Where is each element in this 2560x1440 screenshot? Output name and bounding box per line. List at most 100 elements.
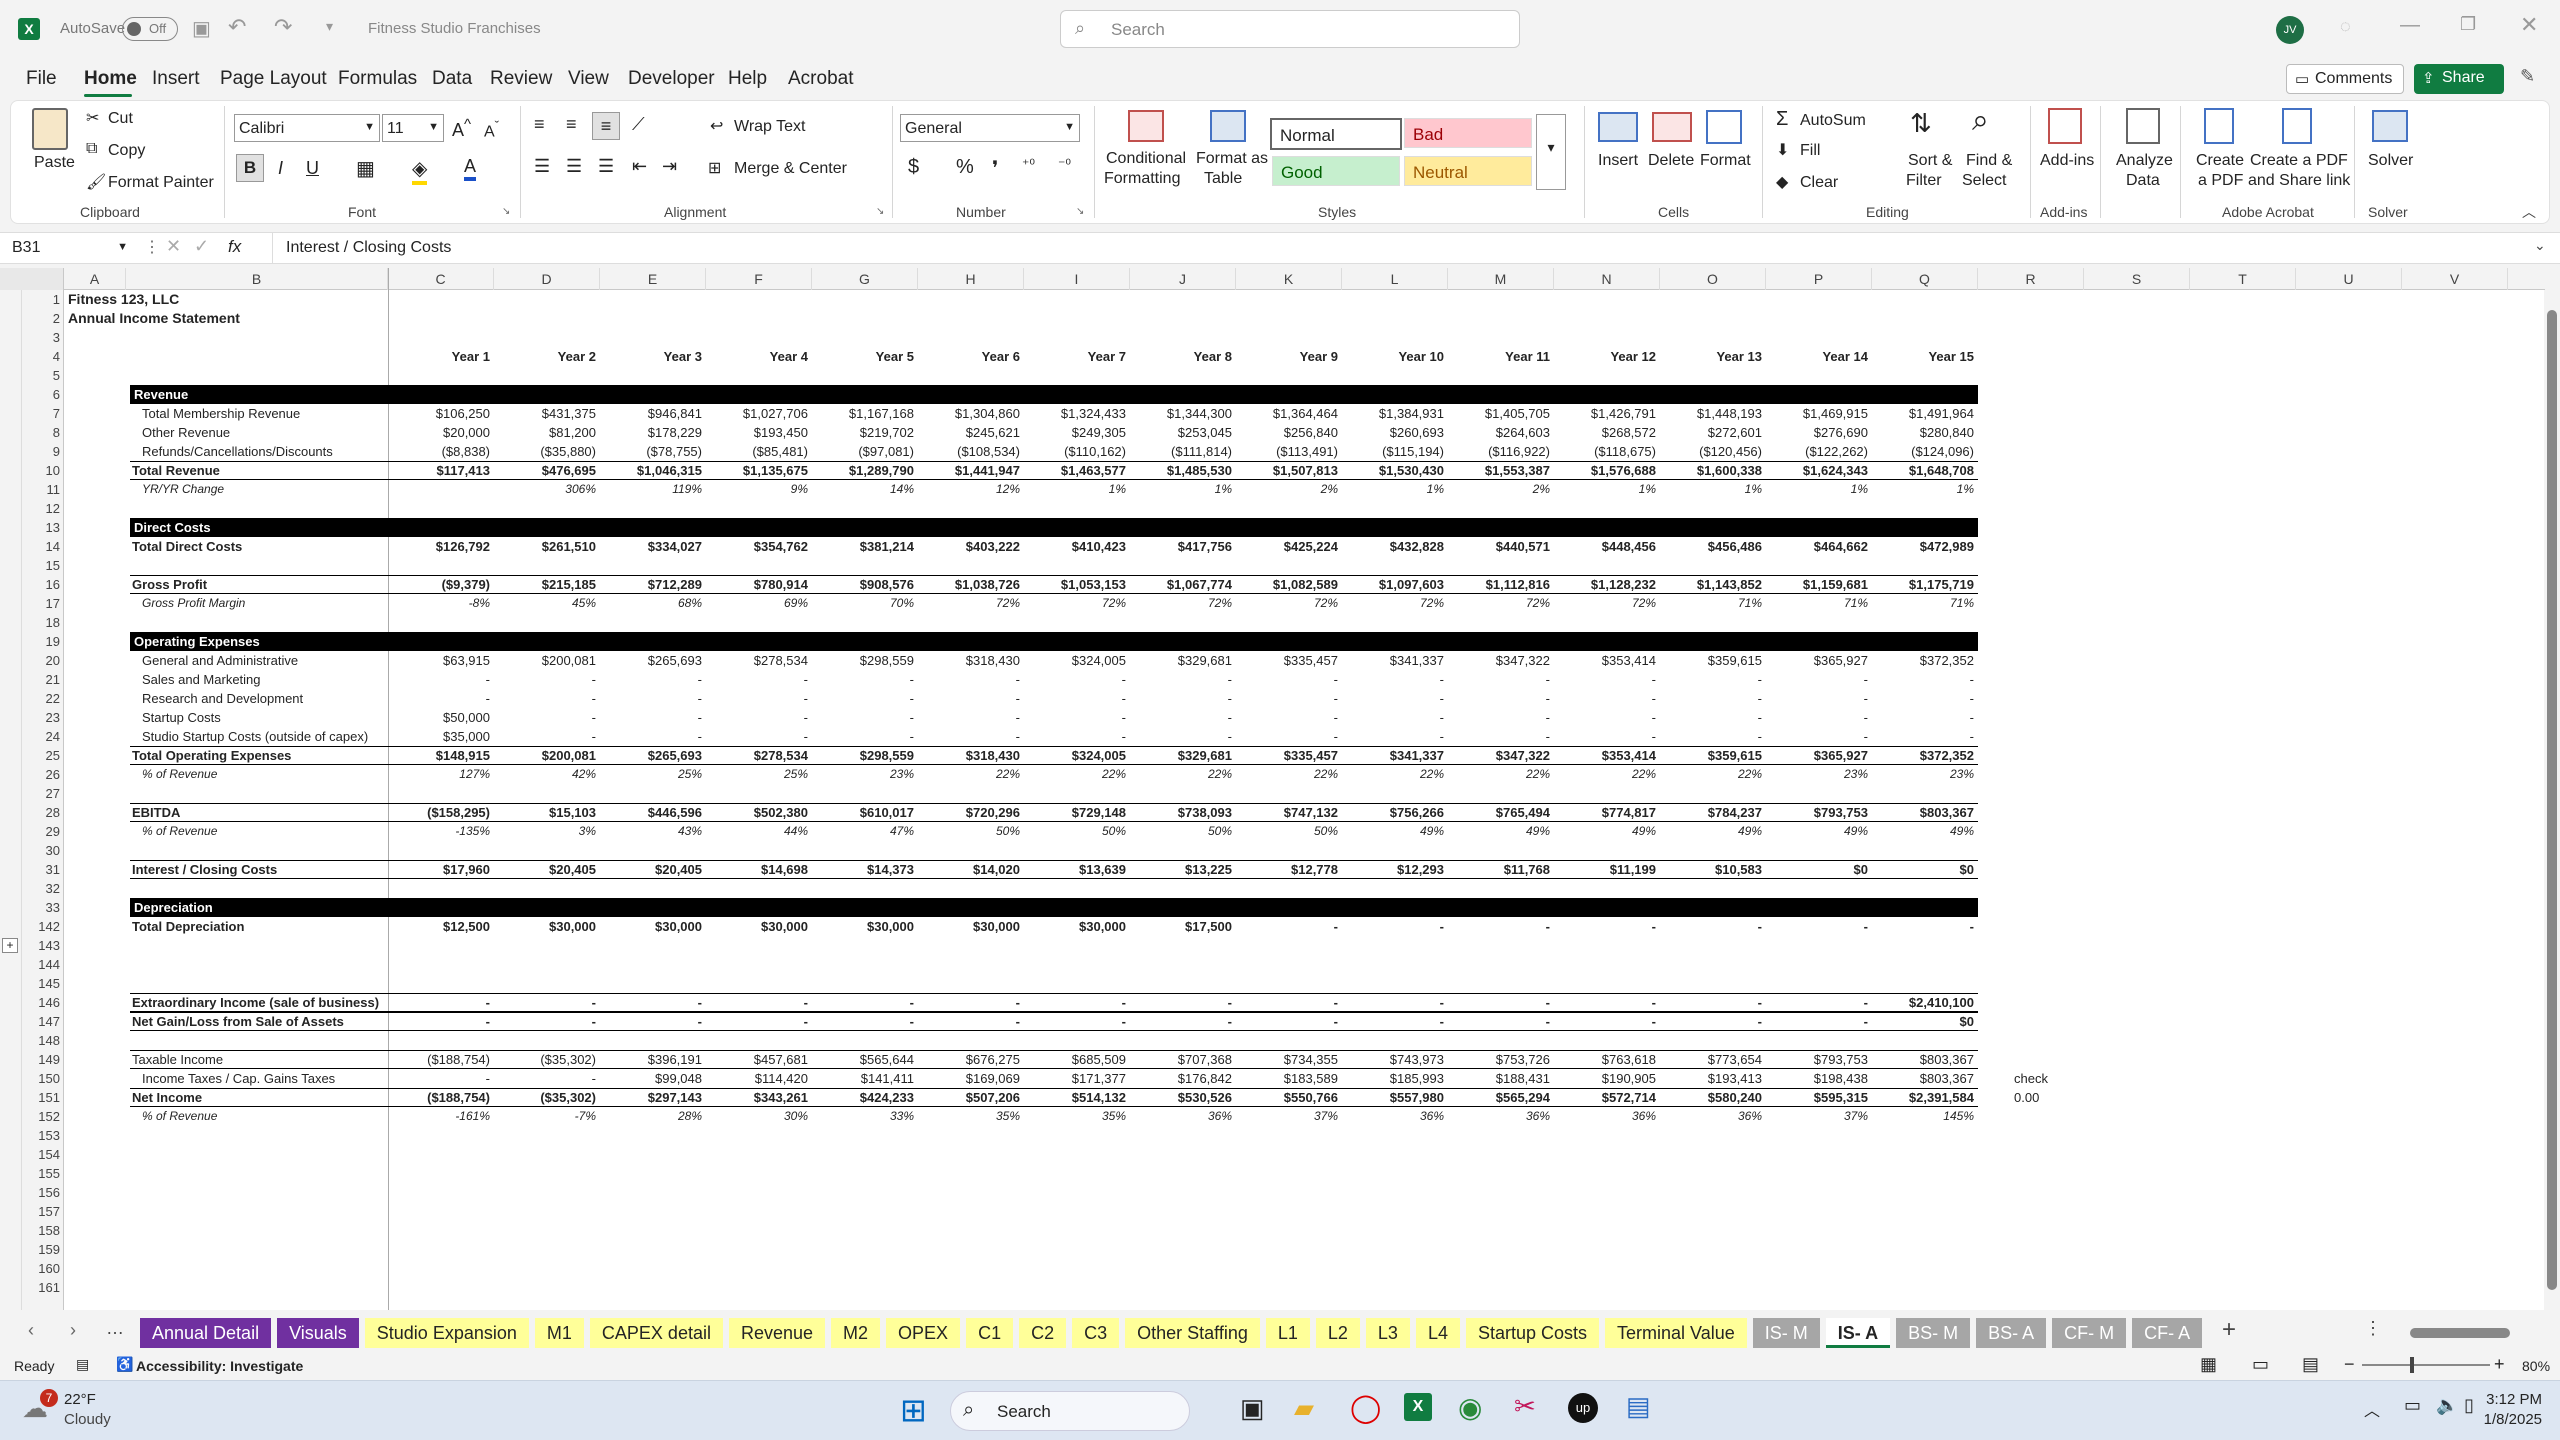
cell-value[interactable]: 72% bbox=[920, 594, 1020, 613]
cell-value[interactable]: 36% bbox=[1450, 1107, 1550, 1126]
cell-value[interactable]: $410,423 bbox=[1026, 537, 1126, 556]
cell-value[interactable]: - bbox=[1662, 993, 1762, 1012]
cell-value[interactable]: ($35,880) bbox=[496, 442, 596, 461]
cell-value[interactable]: $440,571 bbox=[1450, 537, 1550, 556]
row-header[interactable]: 19 bbox=[22, 632, 64, 651]
cell-value[interactable]: $1,600,338 bbox=[1662, 461, 1762, 480]
row-header[interactable]: 16 bbox=[22, 575, 64, 594]
cell-value[interactable]: - bbox=[602, 993, 702, 1012]
cell-value[interactable]: - bbox=[1450, 993, 1550, 1012]
cell-value[interactable]: 23% bbox=[1768, 765, 1868, 784]
cell-value[interactable]: $372,352 bbox=[1874, 651, 1974, 670]
cell-value[interactable]: $81,200 bbox=[496, 423, 596, 442]
tab-terminal-value[interactable]: Terminal Value bbox=[1605, 1318, 1747, 1348]
table-row[interactable]: Startup Costs $50,000- - - - - - - - - - - - - - bbox=[64, 708, 2544, 727]
share-button[interactable]: ⇪ Share bbox=[2414, 64, 2504, 94]
cell-value[interactable]: $1,426,791 bbox=[1556, 404, 1656, 423]
cell-value[interactable]: $50,000 bbox=[390, 708, 490, 727]
row-header[interactable]: 25 bbox=[22, 746, 64, 765]
cell-value[interactable]: $193,413 bbox=[1662, 1069, 1762, 1088]
cell-value[interactable]: - bbox=[1238, 993, 1338, 1012]
cell-value[interactable]: $1,405,705 bbox=[1450, 404, 1550, 423]
cut-icon[interactable]: ✂ bbox=[86, 108, 99, 128]
close-icon[interactable]: ✕ bbox=[2520, 12, 2538, 38]
cell-value[interactable]: 72% bbox=[1450, 594, 1550, 613]
cell-value[interactable]: - bbox=[1238, 727, 1338, 746]
row-label[interactable]: Startup Costs bbox=[142, 708, 221, 727]
row-label[interactable]: Gross Profit Margin bbox=[142, 594, 245, 613]
row-header[interactable]: 142 bbox=[22, 917, 64, 936]
cell-value[interactable]: - bbox=[1344, 1012, 1444, 1031]
cell-value[interactable]: $707,368 bbox=[1132, 1050, 1232, 1069]
cell-value[interactable]: $35,000 bbox=[390, 727, 490, 746]
row-header[interactable]: 31 bbox=[22, 860, 64, 879]
format-cells-icon[interactable] bbox=[1706, 110, 1742, 144]
cell-value[interactable]: $1,135,675 bbox=[708, 461, 808, 480]
cell-value[interactable]: 49% bbox=[1344, 822, 1444, 841]
cell-value[interactable]: $765,494 bbox=[1450, 803, 1550, 822]
table-row[interactable]: Total Depreciation $12,500 $30,000 $30,000 $… bbox=[64, 917, 2544, 936]
zoom-level[interactable]: 80% bbox=[2522, 1358, 2550, 1374]
cell-value[interactable]: $1,128,232 bbox=[1556, 575, 1656, 594]
cell-value[interactable]: $17,500 bbox=[1132, 917, 1232, 936]
tray-chevron-icon[interactable]: ︿ bbox=[2364, 1397, 2380, 1421]
cell-value[interactable]: ($158,295) bbox=[390, 803, 490, 822]
tab-annual-detail[interactable]: Annual Detail bbox=[140, 1318, 272, 1348]
cell-value[interactable]: - bbox=[496, 670, 596, 689]
cell-value[interactable]: $557,980 bbox=[1344, 1088, 1444, 1107]
table-row[interactable] bbox=[64, 955, 2544, 974]
cell-value[interactable]: $1,175,719 bbox=[1874, 575, 1974, 594]
cell-value[interactable]: $1,112,816 bbox=[1450, 575, 1550, 594]
cell-value[interactable]: - bbox=[1556, 708, 1656, 727]
cell-value[interactable]: 50% bbox=[920, 822, 1020, 841]
cell-value[interactable]: - bbox=[1662, 689, 1762, 708]
cell-value[interactable]: 72% bbox=[1344, 594, 1444, 613]
row-label[interactable]: Research and Development bbox=[142, 689, 303, 708]
cell-value[interactable]: $341,337 bbox=[1344, 746, 1444, 765]
cell-value[interactable]: $476,695 bbox=[496, 461, 596, 480]
merge-center-icon[interactable]: ⊞ bbox=[708, 158, 721, 178]
table-row[interactable]: % of Revenue -135% 3% 43% 44% 47% 50% 50% 50% 50%… bbox=[64, 822, 2544, 841]
insert-cells-icon[interactable] bbox=[1598, 112, 1638, 142]
cell-value[interactable]: $946,841 bbox=[602, 404, 702, 423]
table-row[interactable]: EBITDA ($158,295) $15,103 $446,596 $502,380 $… bbox=[64, 803, 2544, 822]
cell-value[interactable]: - bbox=[1344, 689, 1444, 708]
cell-value[interactable]: 68% bbox=[602, 594, 702, 613]
cell-value[interactable]: - bbox=[602, 689, 702, 708]
row-label[interactable]: Total Operating Expenses bbox=[132, 746, 291, 765]
cell-value[interactable]: $565,294 bbox=[1450, 1088, 1550, 1107]
file-name[interactable]: Fitness Studio Franchises bbox=[368, 20, 541, 37]
cell-value[interactable]: $12,500 bbox=[390, 917, 490, 936]
row-header[interactable]: 154 bbox=[22, 1145, 64, 1164]
number-format-select[interactable]: General ▼ bbox=[900, 114, 1080, 142]
column-header-E[interactable]: E bbox=[600, 268, 706, 290]
table-row[interactable] bbox=[64, 841, 2544, 860]
cell-value[interactable]: $1,067,774 bbox=[1132, 575, 1232, 594]
column-header-N[interactable]: N bbox=[1554, 268, 1660, 290]
cell-value[interactable]: $347,322 bbox=[1450, 651, 1550, 670]
cell-value[interactable]: $743,973 bbox=[1344, 1050, 1444, 1069]
cell-value[interactable]: $1,648,708 bbox=[1874, 461, 1974, 480]
cell-value[interactable]: 36% bbox=[1556, 1107, 1656, 1126]
cell-value[interactable]: 145% bbox=[1874, 1107, 1974, 1126]
table-row[interactable] bbox=[64, 1259, 2544, 1278]
display-icon[interactable]: ▭ bbox=[2404, 1395, 2421, 1416]
cell-value[interactable]: $178,229 bbox=[602, 423, 702, 442]
tab-cf-m[interactable]: CF- M bbox=[2052, 1318, 2127, 1348]
column-header-M[interactable]: M bbox=[1448, 268, 1554, 290]
column-header-O[interactable]: O bbox=[1660, 268, 1766, 290]
cell-value[interactable]: $530,526 bbox=[1132, 1088, 1232, 1107]
cell-value[interactable]: - bbox=[1768, 993, 1868, 1012]
row-header[interactable]: 153 bbox=[22, 1126, 64, 1145]
cell-value[interactable]: $448,456 bbox=[1556, 537, 1656, 556]
cell-value[interactable]: ($116,922) bbox=[1450, 442, 1550, 461]
zoom-out-icon[interactable]: − bbox=[2344, 1354, 2355, 1375]
cell-value[interactable]: 36% bbox=[1132, 1107, 1232, 1126]
cell-value[interactable]: 9% bbox=[708, 480, 808, 499]
number-dialog-icon[interactable]: ↘ bbox=[1076, 206, 1084, 217]
cell-value[interactable]: $245,621 bbox=[920, 423, 1020, 442]
cell-value[interactable]: 22% bbox=[1450, 765, 1550, 784]
addins-button[interactable]: Add-ins bbox=[2040, 152, 2094, 170]
increase-decimal-icon[interactable]: ⁺⁰ bbox=[1022, 156, 1035, 173]
cell-value[interactable]: - bbox=[496, 727, 596, 746]
